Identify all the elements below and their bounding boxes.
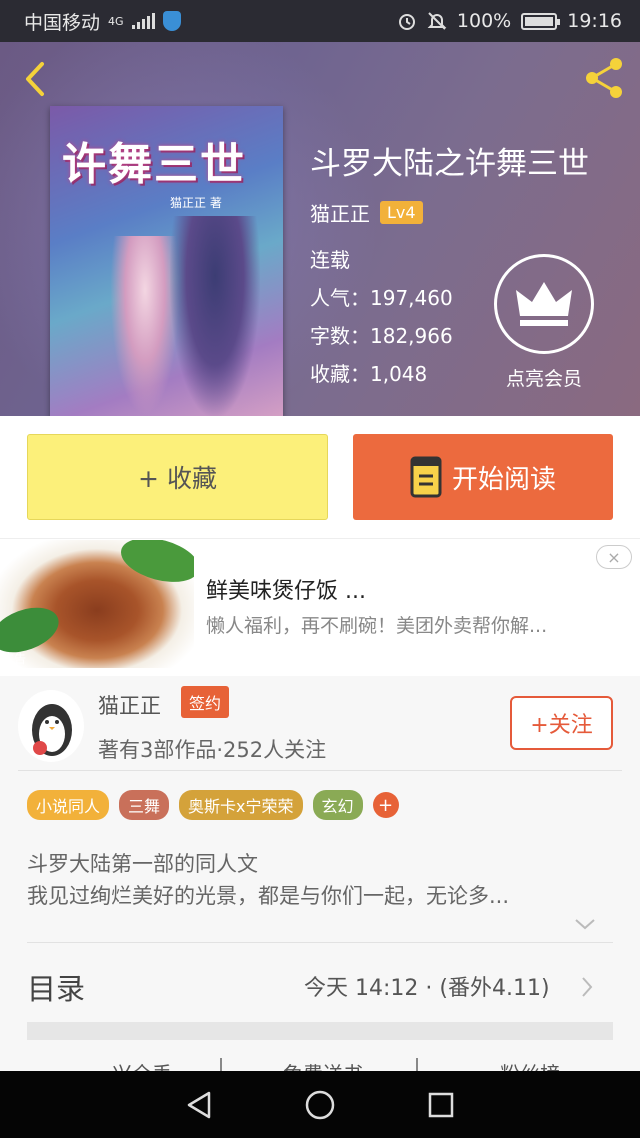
author-name[interactable]: 猫正正 xyxy=(98,690,161,720)
tab-separator xyxy=(416,1058,418,1072)
add-favorite-button[interactable]: + 收藏 xyxy=(27,434,328,520)
close-icon[interactable]: × xyxy=(596,545,632,569)
author-name[interactable]: 猫正正 xyxy=(310,198,370,227)
ad-title[interactable]: 鲜美味煲仔饭 ... xyxy=(206,573,366,605)
divider xyxy=(27,942,613,943)
start-reading-button[interactable]: 开始阅读 xyxy=(353,434,613,520)
share-icon[interactable] xyxy=(580,54,628,102)
ad-tag: 广告 xyxy=(2,652,27,666)
back-icon[interactable] xyxy=(14,56,60,102)
toc-label[interactable]: 目录 xyxy=(27,966,85,1008)
vip-label[interactable]: 点亮会员 xyxy=(480,364,608,391)
ad-image-leaf xyxy=(116,540,194,590)
book-header: 许舞三世 猫正正 著 斗罗大陆之许舞三世 猫正正 Lv4 连载 人气：197,4… xyxy=(0,42,640,416)
book-icon xyxy=(410,456,442,498)
description-line: 我见过绚烂美好的光景，都是与你们一起，无论多... xyxy=(27,884,510,908)
status-bar: 中国移动 4G 100% 19:16 xyxy=(0,0,640,42)
author-row: 猫正正 Lv4 xyxy=(310,198,423,227)
serial-status: 连载 xyxy=(310,248,350,272)
cover-author: 猫正正 著 xyxy=(170,196,222,210)
network-label: 4G xyxy=(108,14,124,28)
action-bar: + 收藏 开始阅读 xyxy=(0,416,640,538)
author-section: 猫正正 签约 著有3部作品·252人关注 +关注 小说同人 三舞 奥斯卡x宁荣荣… xyxy=(0,676,640,1086)
ad-image[interactable]: 广告 xyxy=(0,540,194,668)
cover-title: 许舞三世 xyxy=(62,139,246,190)
toc-latest-update[interactable]: 今天 14:12 · (番外4.11) xyxy=(304,970,550,1002)
author-stats: 著有3部作品·252人关注 xyxy=(98,738,327,762)
battery-icon xyxy=(521,12,561,30)
signed-badge: 签约 xyxy=(181,686,230,718)
tag-chip[interactable]: 玄幻 xyxy=(312,790,363,820)
recents-nav-icon[interactable] xyxy=(427,1091,455,1119)
add-tag-button[interactable]: + xyxy=(372,792,399,818)
signal-icon xyxy=(131,13,155,29)
cover-figure xyxy=(170,216,260,416)
clock: 19:16 xyxy=(567,10,622,32)
start-reading-label: 开始阅读 xyxy=(451,464,556,495)
vip-button[interactable] xyxy=(494,254,594,354)
home-nav-icon[interactable] xyxy=(304,1089,336,1121)
penguin-avatar-icon xyxy=(32,704,72,756)
description-line: 斗罗大陆第一部的同人文 xyxy=(27,852,258,876)
book-title: 斗罗大陆之许舞三世 xyxy=(310,146,589,182)
back-nav-icon[interactable] xyxy=(185,1090,213,1120)
avatar[interactable] xyxy=(18,690,84,762)
level-badge: Lv4 xyxy=(380,201,423,224)
section-separator xyxy=(27,1022,613,1040)
book-cover[interactable]: 许舞三世 猫正正 著 xyxy=(50,106,283,416)
tab-separator xyxy=(220,1058,222,1072)
system-nav-bar xyxy=(0,1071,640,1138)
divider xyxy=(18,770,622,771)
tag-chip[interactable]: 小说同人 xyxy=(27,790,110,820)
tag-list: 小说同人 三舞 奥斯卡x宁荣荣 玄幻 + xyxy=(27,790,399,820)
crown-icon xyxy=(516,282,572,326)
mute-bell-icon xyxy=(427,12,447,30)
tag-chip[interactable]: 奥斯卡x宁荣荣 xyxy=(179,790,303,820)
tag-chip[interactable]: 三舞 xyxy=(119,790,170,820)
shield-icon xyxy=(162,11,181,31)
follow-button[interactable]: +关注 xyxy=(510,696,613,750)
word-count: 字数：182,966 xyxy=(310,324,453,348)
ad-description: 懒人福利，再不刷碗！美团外卖帮你解... xyxy=(206,615,548,637)
alarm-icon xyxy=(398,14,415,30)
chevron-down-icon[interactable] xyxy=(574,918,596,930)
battery-percent: 100% xyxy=(456,10,512,32)
carrier-label: 中国移动 xyxy=(24,11,101,34)
ad-banner[interactable]: 广告 鲜美味煲仔饭 ... 懒人福利，再不刷碗！美团外卖帮你解... × xyxy=(0,538,640,676)
favorites-count: 收藏：1,048 xyxy=(310,362,428,386)
popularity-count: 人气：197,460 xyxy=(310,286,453,310)
chevron-right-icon[interactable] xyxy=(580,976,594,998)
